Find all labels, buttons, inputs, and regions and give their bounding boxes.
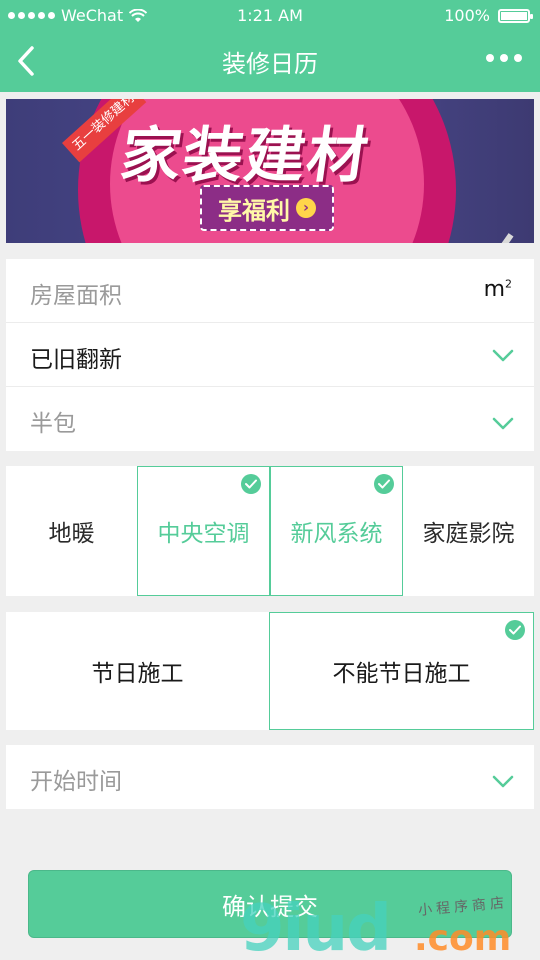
holiday-option-not-allowed[interactable]: 不能节日施工 — [269, 612, 534, 730]
area-input-placeholder[interactable]: 房屋面积 — [30, 276, 122, 310]
chevron-down-icon — [492, 349, 514, 362]
status-bar: WeChat 1:21 AM 100% — [0, 0, 540, 30]
banner-cta-label: 享福利 — [218, 196, 290, 225]
renovation-type-value: 已旧翻新 — [30, 347, 122, 373]
more-options-icon[interactable] — [486, 54, 522, 62]
feature-option-fresh-air[interactable]: 新风系统 — [270, 466, 403, 596]
start-time-placeholder: 开始时间 — [30, 769, 122, 795]
page: WeChat 1:21 AM 100% 装修日历 五一装修建材 家装建材 享福利 — [0, 0, 540, 960]
watermark-logo: 9iud — [240, 892, 392, 960]
feature-option-home-theater[interactable]: 家庭影院 — [403, 466, 534, 596]
banner-cta-button[interactable]: 享福利 › — [200, 185, 334, 231]
package-type-select[interactable]: 半包 — [6, 387, 534, 451]
feature-option-central-ac[interactable]: 中央空调 — [137, 466, 270, 596]
chevron-down-icon — [492, 417, 514, 430]
arrow-right-icon: › — [296, 198, 316, 218]
battery-percent: 100% — [444, 6, 490, 25]
start-time-list: 开始时间 — [6, 745, 534, 809]
watermark-domain: .com — [414, 918, 512, 959]
battery-icon — [498, 8, 533, 23]
check-icon — [505, 620, 525, 640]
check-icon — [241, 474, 261, 494]
renovation-type-select[interactable]: 已旧翻新 — [6, 323, 534, 387]
promo-banner[interactable]: 五一装修建材 家装建材 享福利 › — [6, 99, 534, 243]
package-type-placeholder: 半包 — [30, 411, 76, 437]
holiday-options: 节日施工 不能节日施工 — [6, 612, 534, 730]
check-icon — [374, 474, 394, 494]
start-time-select[interactable]: 开始时间 — [6, 745, 534, 809]
champagne-glass-icon — [484, 233, 514, 243]
feature-option-floor-heating[interactable]: 地暖 — [6, 466, 137, 596]
nav-bar: 装修日历 — [0, 30, 540, 92]
chevron-down-icon — [492, 775, 514, 788]
house-info-list: 房屋面积 m2 已旧翻新 半包 — [6, 259, 534, 451]
holiday-option-allowed[interactable]: 节日施工 — [6, 612, 269, 730]
feature-options: 地暖 中央空调 新风系统 家庭影院 — [6, 466, 534, 596]
page-title: 装修日历 — [222, 50, 318, 78]
area-unit: m2 — [483, 277, 512, 302]
area-field[interactable]: 房屋面积 m2 — [6, 259, 534, 323]
banner-headline: 家装建材 — [116, 121, 375, 191]
